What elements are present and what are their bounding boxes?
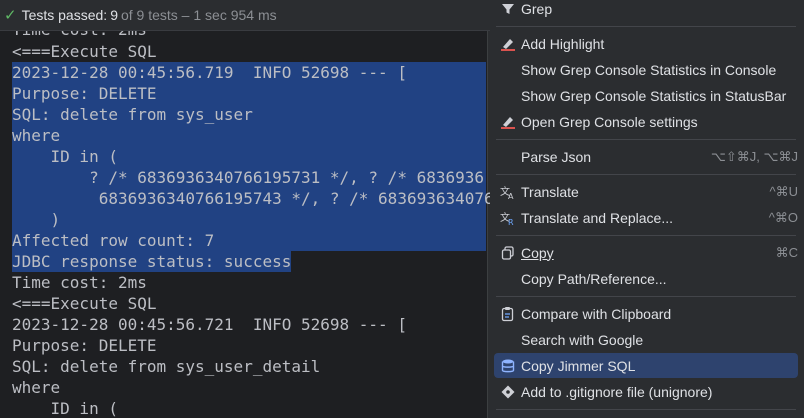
passed-count: 9: [110, 7, 118, 23]
console-line-text: ): [12, 210, 61, 229]
svg-text:R: R: [508, 218, 514, 226]
console-line: ID in (: [0, 146, 490, 167]
console-line: 2023-12-28 00:45:56.721 INFO 52698 --- [: [0, 314, 490, 335]
menu-separator: [496, 409, 796, 410]
console-line-text: 2023-12-28 00:45:56.719 INFO 52698 --- [: [12, 63, 407, 82]
console-line: <===Execute SQL: [0, 41, 490, 62]
console-line: Purpose: DELETE: [0, 335, 490, 356]
menu-item-add-gitignore[interactable]: Add to .gitignore file (unignore): [494, 379, 798, 404]
console-line-text: SQL: delete from sys_user_detail: [12, 357, 321, 376]
translate-replace-icon: 文R: [500, 210, 516, 226]
status-detail: of 9 tests – 1 sec 954 ms: [120, 7, 277, 23]
menu-item-grep[interactable]: Grep: [494, 0, 798, 21]
translate-icon: 文A: [500, 184, 516, 200]
console-line-text: SQL: delete from sys_user: [12, 105, 253, 124]
menu-item-search-google[interactable]: Search with Google: [494, 327, 798, 352]
menu-item-copy-jimmer-sql[interactable]: Copy Jimmer SQL: [494, 353, 798, 378]
console-line: SQL: delete from sys_user_detail: [0, 356, 490, 377]
filter-icon: [500, 1, 516, 17]
console-line-text: 6836936340766195743 */, ? /* 68369363407…: [12, 189, 490, 208]
gitignore-icon: [500, 384, 516, 400]
menu-item-show-stats-console[interactable]: Show Grep Console Statistics in Console: [494, 57, 798, 82]
menu-item-parse-json[interactable]: Parse Json ⌥⇧⌘J, ⌥⌘J: [494, 144, 798, 169]
console-line-text: where: [12, 126, 61, 145]
menu-item-compare-clipboard[interactable]: Compare with Clipboard: [494, 301, 798, 326]
menu-item-open-settings[interactable]: Open Grep Console settings: [494, 109, 798, 134]
highlighter-icon: [500, 36, 516, 52]
console-line: SQL: delete from sys_user: [0, 104, 490, 125]
menu-separator: [496, 235, 796, 236]
test-status-bar: ✓ Tests passed: 9 of 9 tests – 1 sec 954…: [0, 0, 490, 31]
console-lines[interactable]: <===Execute SQL 2023-12-28 00:45:56.719 I…: [0, 41, 490, 418]
console-line-text: ID in (: [12, 399, 118, 418]
console-line: ): [0, 209, 490, 230]
clipboard-icon: [500, 306, 516, 322]
menu-item-add-highlight[interactable]: Add Highlight: [494, 31, 798, 56]
text-selection: [12, 209, 486, 230]
console-line-text: Purpose: DELETE: [12, 84, 157, 103]
menu-separator: [496, 296, 796, 297]
console-line: JDBC response status: success: [0, 251, 490, 272]
console-line-text: <===Execute SQL: [12, 42, 157, 61]
console-line-text: Purpose: DELETE: [12, 336, 157, 355]
menu-separator: [496, 26, 796, 27]
database-icon: [500, 358, 516, 374]
console-line-text: Time cost: 2ms: [12, 273, 147, 292]
check-icon: ✓: [4, 7, 17, 24]
console-line: 2023-12-28 00:45:56.719 INFO 52698 --- [: [0, 62, 490, 83]
console-line: ID in (: [0, 398, 490, 418]
svg-text:A: A: [508, 192, 514, 200]
console-line: Time cost: 2ms: [0, 272, 490, 293]
console-line: Purpose: DELETE: [0, 83, 490, 104]
menu-item-copy[interactable]: Copy ⌘C: [494, 240, 798, 265]
copy-icon: [500, 245, 516, 261]
menu-separator: [496, 139, 796, 140]
menu-item-show-stats-statusbar[interactable]: Show Grep Console Statistics in StatusBa…: [494, 83, 798, 108]
console-line-text: JDBC response status: success: [12, 252, 292, 271]
menu-item-translate[interactable]: 文A Translate ^⌘U: [494, 179, 798, 204]
highlighter-icon: [500, 114, 516, 130]
console-line-text: <===Execute SQL: [12, 294, 157, 313]
console-line: where: [0, 125, 490, 146]
console-line: 6836936340766195743 */, ? /* 68369363407…: [0, 188, 490, 209]
console-line: ? /* 6836936340766195731 */, ? /* 683693…: [0, 167, 490, 188]
menu-item-translate-replace[interactable]: 文R Translate and Replace... ^⌘O: [494, 205, 798, 230]
menu-separator: [496, 174, 796, 175]
status-prefix: Tests passed:: [21, 7, 108, 23]
console-line-text: 2023-12-28 00:45:56.721 INFO 52698 --- [: [12, 315, 407, 334]
console-output[interactable]: ✓ Tests passed: 9 of 9 tests – 1 sec 954…: [0, 0, 490, 418]
console-line-text: ? /* 6836936340766195731 */, ? /* 683693…: [12, 168, 485, 187]
console-line: where: [0, 377, 490, 398]
context-menu: Grep Add Highlight Show Grep Console Sta…: [487, 0, 804, 418]
console-line: Affected row count: 7: [0, 230, 490, 251]
console-line-text: where: [12, 378, 61, 397]
console-line: <===Execute SQL: [0, 293, 490, 314]
console-line-text: Affected row count: 7: [12, 231, 215, 250]
text-selection: [12, 125, 486, 146]
menu-item-copy-path[interactable]: Copy Path/Reference...: [494, 266, 798, 291]
console-line-text: ID in (: [12, 147, 118, 166]
